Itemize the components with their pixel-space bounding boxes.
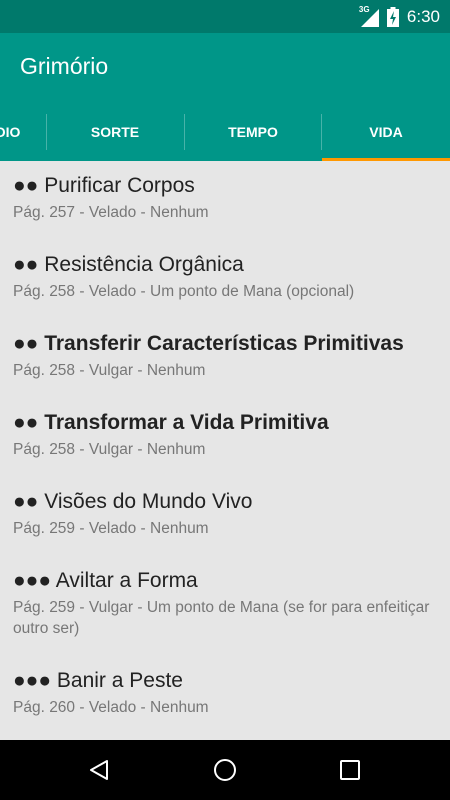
recents-button[interactable]: [332, 752, 368, 788]
home-button[interactable]: [207, 752, 243, 788]
spell-detail: Pág. 259 - Velado - Nenhum: [13, 520, 209, 537]
spell-name: Transferir Características Primitivas: [44, 332, 404, 355]
spell-detail: Pág. 258 - Vulgar - Nenhum: [13, 441, 206, 458]
tab-label: SORTE: [90, 124, 140, 140]
spell-title: ●● Resistência Orgânica: [13, 252, 437, 278]
app-title: Grimório: [20, 53, 109, 79]
list-item[interactable]: ●● Transformar a Vida Primitiva Pág. 258…: [0, 398, 450, 477]
navigation-bar: [0, 740, 450, 800]
spell-title: ●● Transformar a Vida Primitiva: [13, 410, 437, 436]
recents-icon: [340, 760, 360, 780]
spell-title: ●●● Banir a Peste: [13, 668, 437, 694]
list-item[interactable]: ●● Transferir Características Primitivas…: [0, 319, 450, 398]
spell-dots: ●●: [13, 490, 39, 513]
back-icon: [90, 760, 108, 780]
spell-title: ●● Visões do Mundo Vivo: [13, 489, 437, 515]
battery-charging-icon: [386, 6, 399, 27]
spell-detail: Pág. 258 - Vulgar - Nenhum: [13, 362, 206, 379]
spell-title: ●●● Aviltar a Forma: [13, 568, 437, 594]
tab-vida[interactable]: VIDA: [322, 103, 450, 161]
spell-name: Purificar Corpos: [44, 174, 195, 197]
spell-detail: Pág. 259 - Vulgar - Um ponto de Mana (se…: [13, 599, 430, 637]
status-icons: 3G 6:30: [359, 0, 440, 33]
spell-title: ●● Transferir Características Primitivas: [13, 331, 437, 357]
spell-dots: ●●●: [13, 569, 52, 592]
spell-detail: Pág. 257 - Velado - Nenhum: [13, 204, 209, 221]
tab-label: TEMPO: [228, 124, 278, 140]
list-item[interactable]: ●●● Banir a Peste Pág. 260 - Velado - Ne…: [0, 656, 450, 735]
tab-dio[interactable]: DIO: [0, 103, 46, 161]
tab-label: VIDA: [369, 124, 403, 140]
spell-dots: ●●: [13, 411, 39, 434]
home-icon: [214, 759, 236, 781]
spell-name: Banir a Peste: [56, 669, 183, 692]
spell-dots: ●●: [13, 332, 39, 355]
back-button[interactable]: [81, 752, 117, 788]
spell-title: ●● Purificar Corpos: [13, 173, 437, 199]
list-item[interactable]: ●● Visões do Mundo Vivo Pág. 259 - Velad…: [0, 477, 450, 556]
spell-name: Visões do Mundo Vivo: [44, 490, 253, 513]
list-item[interactable]: ●● Resistência Orgânica Pág. 258 - Velad…: [0, 240, 450, 319]
spell-dots: ●●: [13, 253, 39, 276]
list-item[interactable]: ●● Purificar Corpos Pág. 257 - Velado - …: [0, 161, 450, 240]
spell-dots: ●●●: [13, 669, 52, 692]
clock: 6:30: [406, 6, 440, 26]
app-bar: Grimório: [0, 33, 450, 103]
spell-dots: ●●: [13, 174, 39, 197]
tab-label: DIO: [0, 124, 21, 140]
spell-detail: Pág. 260 - Velado - Nenhum: [13, 699, 209, 716]
tab-sorte[interactable]: SORTE: [47, 103, 183, 161]
signal-icon: 3G: [358, 4, 379, 27]
spell-list[interactable]: ●● Purificar Corpos Pág. 257 - Velado - …: [0, 161, 450, 740]
status-bar: 3G 6:30: [0, 0, 450, 33]
spell-name: Resistência Orgânica: [44, 253, 244, 276]
spell-name: Transformar a Vida Primitiva: [44, 411, 329, 434]
spell-detail: Pág. 258 - Velado - Um ponto de Mana (op…: [13, 283, 355, 300]
list-item[interactable]: ●●● Aviltar a Forma Pág. 259 - Vulgar - …: [0, 556, 450, 656]
tab-tempo[interactable]: TEMPO: [185, 103, 321, 161]
spell-name: Aviltar a Forma: [55, 569, 198, 592]
network-type-label: 3G: [358, 4, 370, 14]
tab-bar: DIO SORTE TEMPO VIDA: [0, 103, 450, 161]
